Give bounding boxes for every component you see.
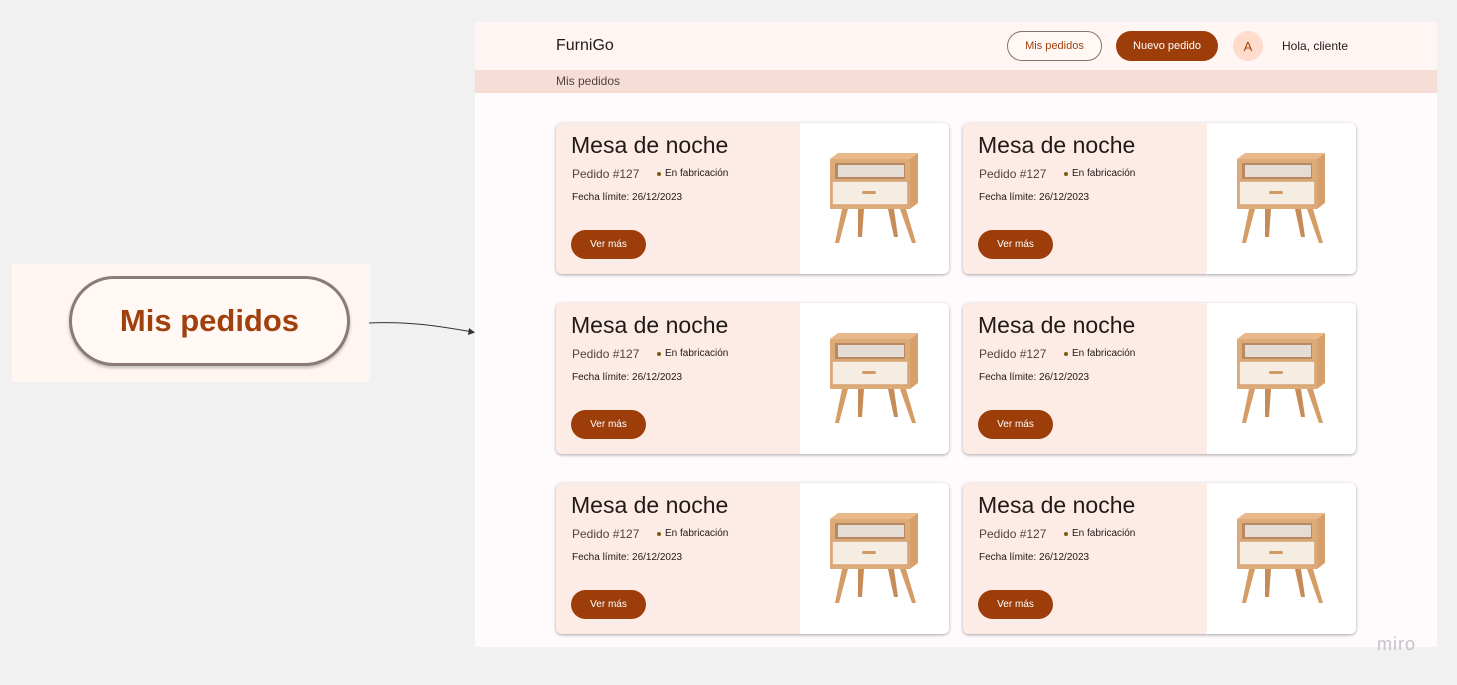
order-number: Pedido #127	[572, 167, 640, 181]
order-card: Mesa de noche Pedido #127 En fabricación…	[963, 123, 1356, 274]
connector-arrow	[368, 322, 475, 335]
brand-logo[interactable]: FurniGo	[556, 37, 614, 55]
order-title: Mesa de noche	[978, 312, 1136, 338]
view-more-button[interactable]: Ver más	[978, 590, 1053, 619]
zoom-callout: Mis pedidos	[12, 264, 370, 382]
nightstand-icon	[830, 513, 918, 603]
order-title: Mesa de noche	[978, 132, 1136, 158]
order-card-info: Mesa de noche Pedido #127 En fabricación…	[963, 303, 1207, 454]
nightstand-icon	[1237, 513, 1325, 603]
view-more-button[interactable]: Ver más	[571, 590, 646, 619]
product-image	[1207, 123, 1356, 274]
status-text: En fabricación	[665, 528, 729, 539]
view-more-button[interactable]: Ver más	[571, 230, 646, 259]
status-badge: En fabricación	[657, 528, 728, 539]
new-order-button[interactable]: Nuevo pedido	[1116, 31, 1218, 61]
order-card: Mesa de noche Pedido #127 En fabricación…	[556, 483, 949, 634]
order-deadline: Fecha límite: 26/12/2023	[979, 372, 1090, 383]
order-card: Mesa de noche Pedido #127 En fabricación…	[556, 303, 949, 454]
view-more-button[interactable]: Ver más	[571, 410, 646, 439]
status-dot-icon	[657, 531, 661, 536]
user-greeting: Hola, cliente	[1282, 39, 1349, 53]
product-image	[800, 303, 949, 454]
breadcrumb-current: Mis pedidos	[556, 74, 621, 88]
status-dot-icon	[657, 171, 661, 176]
order-card-info: Mesa de noche Pedido #127 En fabricación…	[556, 123, 800, 274]
nightstand-icon	[1237, 333, 1325, 423]
order-title: Mesa de noche	[978, 492, 1136, 518]
status-badge: En fabricación	[657, 348, 728, 359]
order-number: Pedido #127	[572, 347, 640, 361]
status-text: En fabricación	[665, 348, 729, 359]
miro-watermark: miro	[1377, 634, 1416, 654]
order-card: Mesa de noche Pedido #127 En fabricación…	[556, 123, 949, 274]
status-dot-icon	[1064, 531, 1068, 536]
order-title: Mesa de noche	[571, 492, 729, 518]
status-dot-icon	[657, 351, 661, 356]
status-badge: En fabricación	[1064, 528, 1135, 539]
order-deadline: Fecha límite: 26/12/2023	[572, 552, 683, 563]
zoom-callout-button: Mis pedidos	[69, 276, 350, 366]
product-image	[800, 123, 949, 274]
status-badge: En fabricación	[1064, 348, 1135, 359]
order-number: Pedido #127	[979, 167, 1047, 181]
order-card-info: Mesa de noche Pedido #127 En fabricación…	[556, 483, 800, 634]
order-deadline: Fecha límite: 26/12/2023	[979, 192, 1090, 203]
status-text: En fabricación	[665, 168, 729, 179]
top-navigation-bar: FurniGo Mis pedidos Nuevo pedido A Hola,…	[475, 22, 1437, 70]
view-more-button[interactable]: Ver más	[978, 410, 1053, 439]
order-card: Mesa de noche Pedido #127 En fabricación…	[963, 483, 1356, 634]
order-card-info: Mesa de noche Pedido #127 En fabricación…	[963, 123, 1207, 274]
order-number: Pedido #127	[572, 527, 640, 541]
status-badge: En fabricación	[1064, 168, 1135, 179]
nightstand-icon	[1237, 153, 1325, 243]
order-card-info: Mesa de noche Pedido #127 En fabricación…	[556, 303, 800, 454]
order-title: Mesa de noche	[571, 132, 729, 158]
product-image	[800, 483, 949, 634]
nightstand-icon	[830, 333, 918, 423]
order-deadline: Fecha límite: 26/12/2023	[979, 552, 1090, 563]
view-more-button[interactable]: Ver más	[978, 230, 1053, 259]
status-dot-icon	[1064, 171, 1068, 176]
order-deadline: Fecha límite: 26/12/2023	[572, 372, 683, 383]
my-orders-button[interactable]: Mis pedidos	[1007, 31, 1102, 61]
order-title: Mesa de noche	[571, 312, 729, 338]
status-text: En fabricación	[1072, 348, 1136, 359]
order-card-info: Mesa de noche Pedido #127 En fabricación…	[963, 483, 1207, 634]
app-frame: FurniGo Mis pedidos Nuevo pedido A Hola,…	[475, 22, 1437, 647]
product-image	[1207, 483, 1356, 634]
status-badge: En fabricación	[657, 168, 728, 179]
order-number: Pedido #127	[979, 347, 1047, 361]
status-dot-icon	[1064, 351, 1068, 356]
avatar[interactable]: A	[1233, 31, 1263, 61]
status-text: En fabricación	[1072, 168, 1136, 179]
order-card: Mesa de noche Pedido #127 En fabricación…	[963, 303, 1356, 454]
product-image	[1207, 303, 1356, 454]
nightstand-icon	[830, 153, 918, 243]
breadcrumb: Mis pedidos	[475, 70, 1437, 93]
status-text: En fabricación	[1072, 528, 1136, 539]
order-number: Pedido #127	[979, 527, 1047, 541]
order-deadline: Fecha límite: 26/12/2023	[572, 192, 683, 203]
